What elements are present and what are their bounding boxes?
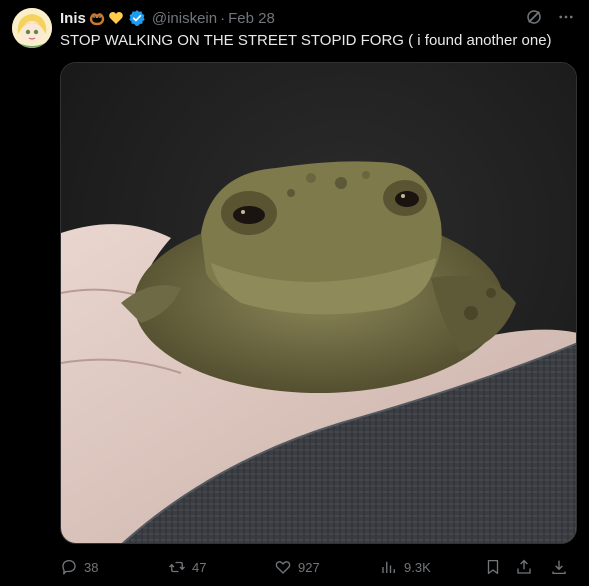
toad-photo-image [61,63,576,543]
author-handle[interactable]: @iniskein [152,10,217,27]
tweet-text: STOP WALKING ON THE STREET STOPID FORG (… [60,32,552,49]
reply-icon [62,559,76,575]
heart-icon [275,561,291,574]
more-options-icon[interactable] [557,8,575,26]
like-button[interactable]: 927 [274,556,320,578]
download-icon [552,560,566,575]
bookmark-icon [487,559,499,575]
display-name[interactable]: Inis [60,10,86,27]
view-count: 9.3K [404,559,431,575]
tweet-photo[interactable] [60,62,577,544]
reply-button[interactable]: 38 [60,556,98,578]
repost-icon [169,561,185,573]
bookmark-button[interactable] [484,556,502,578]
download-button[interactable] [550,556,568,578]
repost-button[interactable]: 47 [168,556,206,578]
avatar[interactable] [12,8,52,48]
share-button[interactable] [515,556,533,578]
post-date[interactable]: Feb 28 [228,10,275,27]
reply-count: 38 [84,559,99,575]
tweet[interactable]: Inis @iniskein · Feb 28 STOP WALKING ON … [0,0,589,586]
repost-count: 47 [192,559,207,575]
like-count: 927 [298,559,320,575]
analytics-icon [382,561,395,573]
tweet-action-bar: 38 47 927 9.3K [60,556,577,578]
grok-icon[interactable] [525,8,543,26]
share-icon [517,559,531,574]
views-button[interactable]: 9.3K [380,556,431,578]
tweet-top-actions [525,8,575,26]
tweet-header: Inis @iniskein · Feb 28 [60,8,275,28]
verified-badge-icon[interactable] [128,9,146,27]
separator-dot: · [220,9,226,27]
yellow-heart-emoji-icon [108,10,124,26]
pretzel-emoji-icon [89,10,105,26]
